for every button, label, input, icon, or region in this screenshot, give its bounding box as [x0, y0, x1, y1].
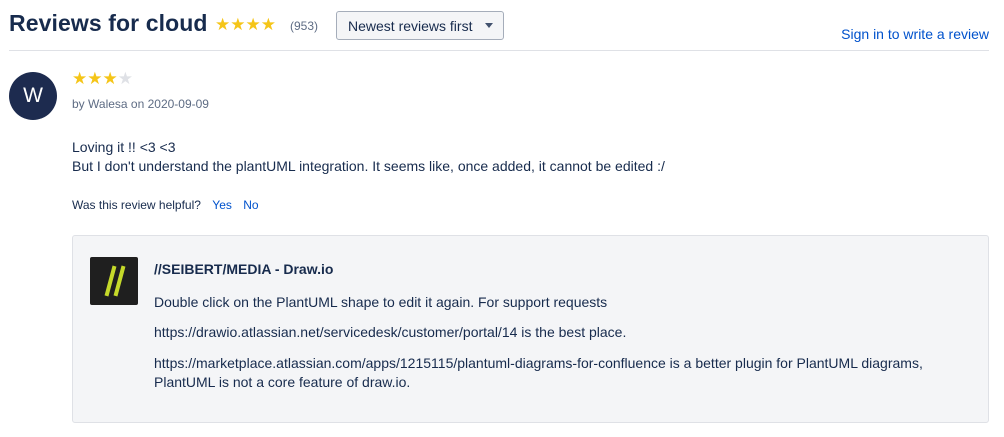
- caret-down-icon: [485, 23, 493, 28]
- helpful-prompt-row: Was this review helpful? Yes No: [72, 198, 259, 212]
- reply-paragraph: Double click on the PlantUML shape to ed…: [154, 294, 608, 310]
- sort-dropdown[interactable]: Newest reviews first: [336, 11, 504, 40]
- avatar: W: [9, 72, 57, 120]
- helpful-prompt: Was this review helpful?: [72, 198, 201, 212]
- avatar-initial: W: [23, 84, 43, 107]
- review-count: (953): [290, 19, 319, 33]
- header-divider: [9, 50, 989, 51]
- helpful-no-link[interactable]: No: [243, 198, 258, 212]
- star-empty-icon: ★: [117, 69, 133, 88]
- average-rating-stars: ★★★★: [215, 15, 276, 34]
- review-body-line: But I don't understand the plantUML inte…: [72, 158, 665, 174]
- vendor-reply: //SEIBERT/MEDIA - Draw.io Double click o…: [72, 235, 989, 423]
- vendor-name: //SEIBERT/MEDIA - Draw.io: [154, 261, 334, 277]
- review-byline: by Walesa on 2020-09-09: [72, 97, 209, 111]
- reviews-header: Reviews for cloud ★★★★ (953) Newest revi…: [0, 0, 1004, 50]
- reply-line: https://marketplace.atlassian.com/apps/1…: [154, 355, 923, 371]
- vendor-logo: [90, 257, 138, 305]
- sort-selected-label: Newest reviews first: [348, 17, 473, 34]
- review-body: Loving it !! <3 <3 But I don't understan…: [72, 138, 665, 176]
- drawio-slash-logo-icon: [104, 265, 126, 297]
- page-title: Reviews for cloud: [9, 10, 208, 36]
- sign-in-to-review-link[interactable]: Sign in to write a review: [841, 26, 989, 42]
- reply-line: PlantUML is not a core feature of draw.i…: [154, 374, 411, 390]
- reply-paragraph: https://marketplace.atlassian.com/apps/1…: [154, 354, 974, 392]
- helpful-yes-link[interactable]: Yes: [212, 198, 232, 212]
- reply-paragraph: https://drawio.atlassian.net/servicedesk…: [154, 324, 627, 340]
- review-body-line: Loving it !! <3 <3: [72, 139, 176, 155]
- star-filled-icon: ★★★: [72, 69, 118, 88]
- review-rating-stars: ★★★★: [72, 69, 133, 89]
